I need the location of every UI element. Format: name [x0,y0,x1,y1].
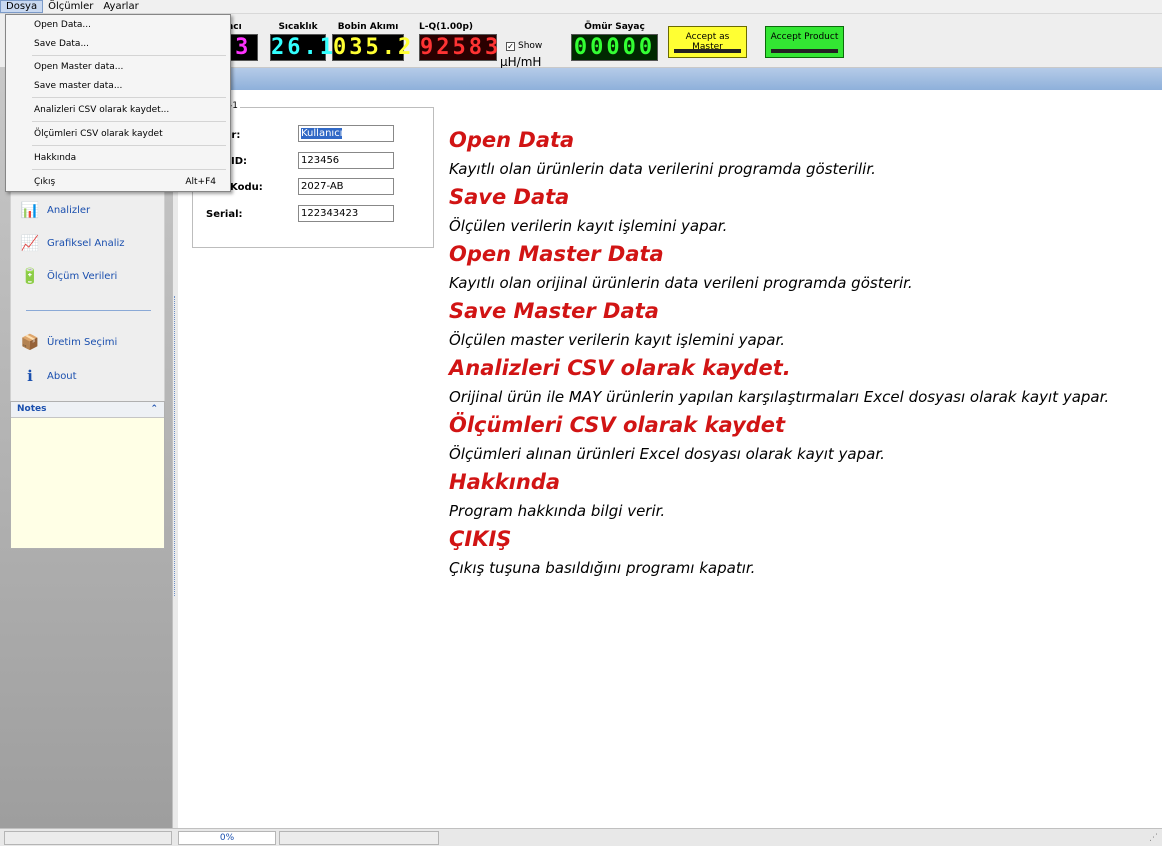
show-checkbox-label: Show [518,41,543,51]
menu-item-open-master-data[interactable]: Open Master data... [34,60,216,74]
menu-item-export-analysis-csv[interactable]: Analizleri CSV olarak kaydet... [34,103,216,117]
id-field[interactable]: 123456 [298,152,394,169]
help-description: Kayıtlı olan orijinal ürünlerin data ver… [449,274,913,292]
help-description: Çıkış tuşuna basıldığını programı kapatı… [449,559,756,577]
menu-item-label: Analizleri CSV olarak kaydet... [34,105,170,115]
sidebar-item-label: Grafiksel Analiz [47,237,125,249]
accept-as-master-indicator [674,49,741,53]
help-description: Ölçümleri alınan ürünleri Excel dosyası … [449,445,885,463]
menu-separator [32,169,226,170]
operator-value: Kullanıcı [301,128,343,139]
gauge-life-counter-display: 00000 [571,34,658,61]
sidebar-item-label: Üretim Seçimi [47,336,118,348]
accept-product-button[interactable]: Accept Product [765,26,844,58]
notes-panel: Notes ⌃ [10,401,165,549]
operator-field[interactable]: Kullanıcı [298,125,394,142]
menu-item-label: Çıkış [34,177,56,187]
gauge-coil-current-label: Bobin Akımı [337,22,399,32]
gauge-life-counter-label: Ömür Sayaç [584,22,645,32]
menu-item-label: Open Master data... [34,62,124,72]
menu-separator [32,97,226,98]
menu-item-save-data[interactable]: Save Data... [34,37,216,51]
help-text: Open Data Kayıtlı olan ürünlerin data ve… [449,126,1139,582]
help-description: Ölçülen verilerin kayıt işlemini yapar. [449,217,728,235]
help-title: Save Data [449,185,570,209]
menu-item-export-measurements-csv[interactable]: Ölçümleri CSV olarak kaydet [34,127,216,141]
menu-item-exit[interactable]: Çıkış Alt+F4 [34,175,216,189]
menu-separator [32,121,226,122]
sidebar-item-label: Analizler [47,204,91,216]
analysis-icon: 📊 [20,201,40,219]
gauge-temperature-display: 26.1 [270,34,336,61]
id-label: ID: [231,156,248,167]
status-bar: 0% ⋰ [0,828,1162,846]
measurement-icon: 🔋 [20,267,40,285]
menu-item-label: Hakkında [34,153,77,163]
help-description: Ölçülen master verilerin kayıt işlemini … [449,331,786,349]
unit-label: µH/mH [500,55,542,69]
menu-item-open-data[interactable]: Open Data... [34,18,216,32]
sidebar-item-uretim-secimi[interactable]: 📦 Üretim Seçimi [19,331,118,353]
help-title: Open Master Data [449,242,664,266]
help-description: Orijinal ürün ile MAY ürünlerin yapılan … [449,388,1110,406]
sidebar-item-label: About [47,370,77,382]
splitter-grip[interactable] [174,296,177,596]
progress-indicator: 0% [178,831,276,845]
gauge-lq-label: L-Q(1.00p) [419,22,473,32]
menu-separator [32,145,226,146]
gauge-temperature-label: Sıcaklık [278,22,318,32]
sidebar-item-analizler[interactable]: 📊 Analizler [19,199,91,221]
sidebar-item-about[interactable]: ℹ About [19,365,77,387]
menubar: Dosya Ölçümler Ayarlar [0,0,1162,14]
help-title: Analizleri CSV olarak kaydet. [449,356,791,380]
status-cell [4,831,172,845]
menu-item-about[interactable]: Hakkında [34,151,216,165]
gauge-lq-display: 92583 [419,34,502,61]
menu-item-label: Open Data... [34,20,91,30]
help-title: Save Master Data [449,299,659,323]
menu-dosya[interactable]: Dosya [0,0,44,13]
menu-item-shortcut: Alt+F4 [185,177,216,187]
show-checkbox-box[interactable]: ✓ [506,41,515,51]
menu-separator [32,55,226,56]
menu-item-label: Ölçümleri CSV olarak kaydet [34,129,163,139]
accept-product-label: Accept Product [770,32,839,42]
gauge-coil-current-display: 035.2 [332,34,415,61]
sidebar-item-label: Ölçüm Verileri [47,270,118,282]
dosya-dropdown-menu: Open Data... Save Data... Open Master da… [5,14,231,192]
code-field[interactable]: 2027-AB [298,178,394,195]
menu-olcumler[interactable]: Ölçümler [43,0,98,13]
menu-ayarlar[interactable]: Ayarlar [98,0,143,13]
chart-icon: 📈 [20,234,40,252]
menu-item-label: Save Data... [34,39,90,49]
menu-item-save-master-data[interactable]: Save master data... [34,79,216,93]
collapse-icon[interactable]: ⌃ [150,404,158,415]
help-title: Hakkında [449,470,561,494]
help-title: ÇIKIŞ [449,527,512,551]
help-title: Ölçümleri CSV olarak kaydet [449,413,786,437]
sidebar-item-grafiksel-analiz[interactable]: 📈 Grafiksel Analiz [19,232,125,254]
accept-as-master-button[interactable]: Accept as Master [668,26,747,58]
serial-field[interactable]: 122343423 [298,205,394,222]
production-icon: 📦 [20,333,40,351]
notes-header: Notes ⌃ [11,402,164,418]
sidebar-item-olcum-verileri[interactable]: 🔋 Ölçüm Verileri [19,265,118,287]
panel-header: lar [178,68,1162,90]
status-cell [279,831,439,845]
help-title: Open Data [449,128,575,152]
menu-item-label: Save master data... [34,81,123,91]
show-checkbox[interactable]: ✓ Show [506,41,542,51]
help-description: Program hakkında bilgi verir. [449,502,666,520]
serial-label: Serial: [206,209,243,220]
notes-title: Notes [17,404,47,414]
code-label: Kodu: [230,182,263,193]
resize-grip-icon[interactable]: ⋰ [1149,833,1158,843]
sidebar-divider [26,310,151,311]
accept-product-indicator [771,49,838,53]
help-description: Kayıtlı olan ürünlerin data verilerini p… [449,160,876,178]
info-icon: ℹ [27,367,33,385]
